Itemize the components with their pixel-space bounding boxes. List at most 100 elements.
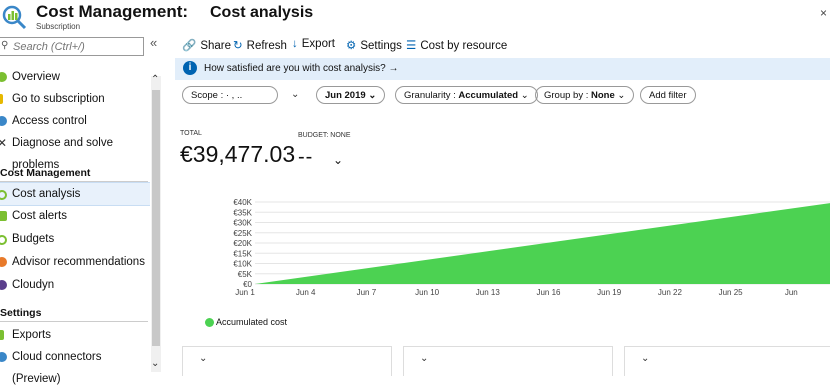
info-icon: i xyxy=(183,61,197,75)
group-by-picker[interactable]: Group by : None ⌄ xyxy=(535,86,635,104)
page-title: Cost analysis xyxy=(210,4,314,21)
granularity-value: Accumulated xyxy=(458,90,519,101)
x-tick-label: Jun 22 xyxy=(658,288,683,297)
y-tick-label: €40K xyxy=(233,198,252,207)
chevron-down-icon: ⌄ xyxy=(617,90,626,101)
sidebar-item-cost-analysis[interactable]: Cost analysis xyxy=(0,182,150,206)
x-tick-label: Jun 16 xyxy=(536,288,561,297)
wrench-icon: ✕ xyxy=(0,136,8,150)
sidebar-item-label: Cloud connectors (Preview) xyxy=(12,351,102,385)
y-tick-label: €35K xyxy=(233,208,252,217)
sidebar-item-advisor-recommendations[interactable]: Advisor recommendations xyxy=(0,251,150,273)
section-divider xyxy=(0,321,148,322)
budget-value[interactable]: -- xyxy=(298,146,313,169)
cloudyn-icon xyxy=(0,280,7,290)
export-button[interactable]: ↓ Export xyxy=(292,38,335,50)
settings-label: Settings xyxy=(360,40,402,52)
refresh-icon: ↻ xyxy=(233,40,243,52)
sidebar-item-cloudyn[interactable]: Cloudyn xyxy=(0,274,150,296)
share-button[interactable]: 🔗 Share xyxy=(182,38,231,52)
sidebar-item-label: Overview xyxy=(12,71,60,83)
people-icon xyxy=(0,116,7,126)
y-tick-label: €20K xyxy=(233,239,252,248)
advisor-icon xyxy=(0,257,7,267)
list-icon: ☰ xyxy=(406,40,417,52)
app-subtitle: Subscription xyxy=(36,22,81,31)
sidebar-item-label: Access control xyxy=(12,115,87,127)
sidebar-item-label: Exports xyxy=(12,329,51,341)
sidebar-item-label: Budgets xyxy=(12,233,55,245)
sidebar-item-label: Cloudyn xyxy=(12,279,55,291)
total-value: €39,477.03 xyxy=(180,141,296,167)
sidebar-item-label: Go to subscription xyxy=(12,93,105,105)
date-picker[interactable]: Jun 2019 ⌄ xyxy=(316,86,386,104)
add-filter-button[interactable]: Add filter xyxy=(640,86,696,104)
breakdown-card: ⌄ xyxy=(403,346,613,376)
chevron-down-icon: ⌄ xyxy=(520,90,529,101)
section-header-settings: Settings xyxy=(0,307,42,319)
x-tick-label: Jun 4 xyxy=(296,288,316,297)
overview-icon xyxy=(0,72,7,82)
settings-button[interactable]: ⚙ Settings xyxy=(346,38,402,52)
total-label: TOTAL xyxy=(180,130,202,137)
share-label: Share xyxy=(200,40,232,52)
chevron-down-icon[interactable]: ⌄ xyxy=(641,353,649,364)
granularity-label: Granularity : xyxy=(404,90,456,101)
chevron-down-icon[interactable]: ⌄ xyxy=(291,89,299,100)
chevron-down-icon[interactable]: ⌄ xyxy=(333,153,343,167)
refresh-button[interactable]: ↻ Refresh xyxy=(233,38,287,52)
close-icon[interactable]: × xyxy=(820,6,827,20)
legend-marker xyxy=(205,318,214,327)
accumulated-cost-chart: €0€5K€10K€15K€20K€25K€30K€35K€40KJun 1 Ju… xyxy=(233,198,830,297)
sidebar-item-cost-alerts[interactable]: Cost alerts xyxy=(0,205,150,227)
cost-management-icon xyxy=(2,5,27,30)
alert-icon xyxy=(0,211,7,221)
cost-by-resource-button[interactable]: ☰ Cost by resource xyxy=(406,38,507,52)
chevron-down-icon[interactable]: ⌄ xyxy=(420,353,428,364)
area-series-accumulated-cost[interactable] xyxy=(255,203,830,284)
legend-label[interactable]: Accumulated cost xyxy=(216,317,287,327)
share-icon: 🔗 xyxy=(182,40,197,52)
sidebar-scroll-thumb[interactable] xyxy=(152,90,160,346)
key-icon xyxy=(0,94,3,104)
refresh-label: Refresh xyxy=(246,40,287,52)
sidebar-item-label: Cost analysis xyxy=(12,188,81,200)
search-box[interactable]: ⚲ xyxy=(0,37,144,56)
cost-analysis-icon xyxy=(0,190,7,200)
sidebar-item-cloud-connectors[interactable]: Cloud connectors (Preview) xyxy=(0,346,150,385)
section-header-cost-management: Cost Management xyxy=(0,167,91,179)
chevron-down-icon[interactable]: ⌄ xyxy=(199,353,207,364)
sidebar-item-diagnose[interactable]: ✕ Diagnose and solve problems xyxy=(0,132,150,171)
cost-by-resource-label: Cost by resource xyxy=(420,40,508,52)
sidebar-item-exports[interactable]: Exports xyxy=(0,324,150,346)
group-by-value: None xyxy=(591,90,615,101)
cloud-icon xyxy=(0,352,7,362)
sidebar-item-label: Advisor recommendations xyxy=(12,256,145,268)
gear-icon: ⚙ xyxy=(346,40,357,52)
y-tick-label: €15K xyxy=(233,249,252,258)
budget-icon xyxy=(0,235,7,245)
x-tick-label: Jun 13 xyxy=(476,288,501,297)
feedback-link[interactable]: How satisfied are you with cost analysis… xyxy=(204,63,399,74)
y-tick-label: €5K xyxy=(238,270,253,279)
collapse-sidebar-button[interactable]: « xyxy=(150,35,157,50)
export-icon xyxy=(0,330,4,340)
download-icon: ↓ xyxy=(292,38,298,50)
x-tick-label: Jun 7 xyxy=(357,288,377,297)
group-by-label: Group by : xyxy=(544,90,589,101)
breakdown-card: ⌄ xyxy=(624,346,830,376)
sidebar-item-overview[interactable]: Overview xyxy=(0,66,150,88)
sidebar-item-access-control[interactable]: Access control xyxy=(0,110,150,132)
sidebar-item-go-to-subscription[interactable]: Go to subscription xyxy=(0,88,150,110)
scroll-down-icon[interactable]: ⌄ xyxy=(151,358,159,369)
search-input[interactable] xyxy=(13,39,133,54)
scope-label: Scope : xyxy=(191,90,224,101)
scroll-up-icon[interactable]: ⌃ xyxy=(151,74,159,85)
chevron-down-icon: ⌄ xyxy=(368,90,377,101)
sidebar-item-label: Cost alerts xyxy=(12,210,67,222)
x-tick-label: Jun 10 xyxy=(415,288,440,297)
sidebar-item-budgets[interactable]: Budgets xyxy=(0,228,150,250)
scope-filter[interactable]: Scope : · , .. xyxy=(182,86,278,104)
granularity-picker[interactable]: Granularity : Accumulated ⌄ xyxy=(395,86,538,104)
x-tick-label: Jun 19 xyxy=(597,288,622,297)
